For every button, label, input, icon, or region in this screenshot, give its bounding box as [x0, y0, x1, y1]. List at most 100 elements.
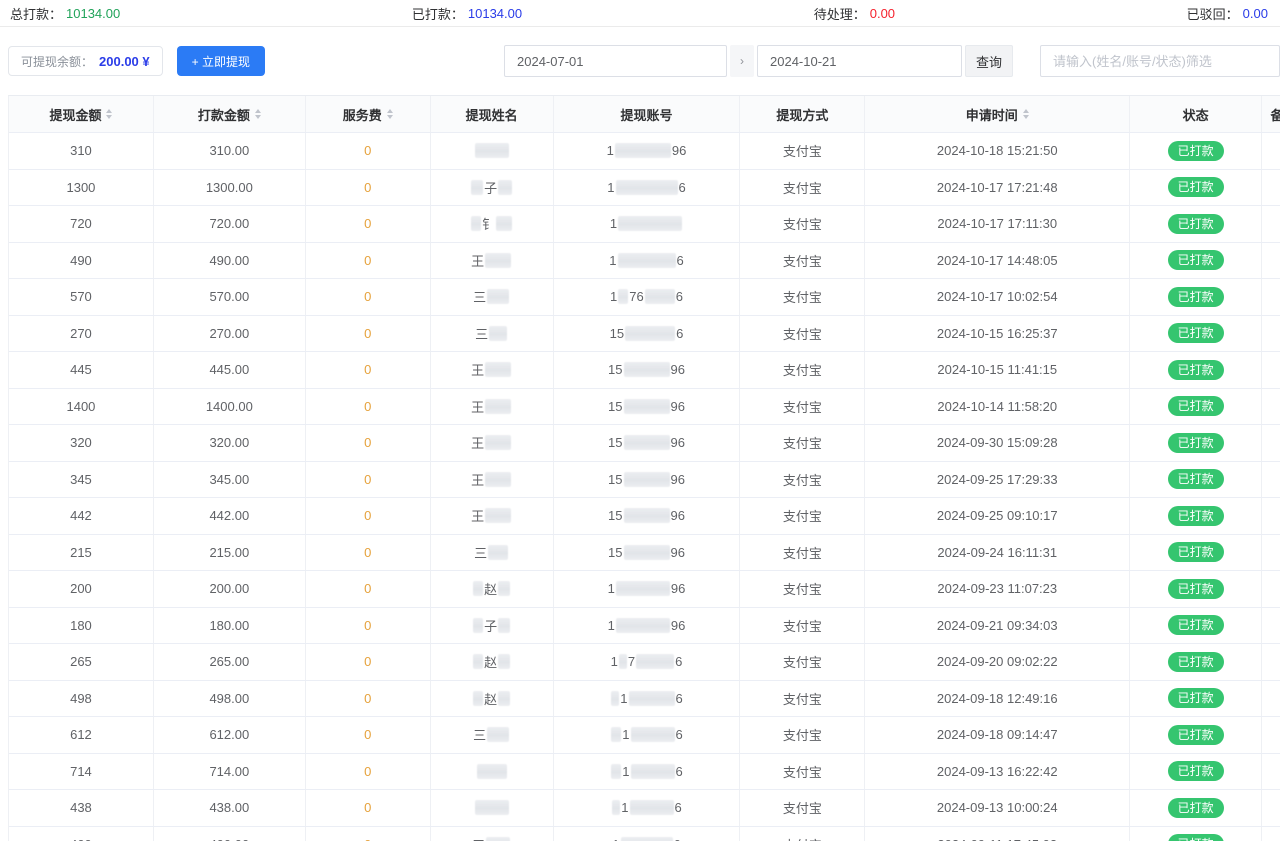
cell-withdraw-amount: 320	[9, 425, 154, 461]
cell-service-fee: 0	[306, 279, 431, 315]
cell-apply-time: 2024-10-18 15:21:50	[865, 133, 1130, 169]
cell-paid-amount: 310.00	[154, 133, 306, 169]
cell-paid-amount: 345.00	[154, 462, 306, 498]
redacted-visible-text: 王	[471, 360, 484, 379]
cell-service-fee: 0	[306, 316, 431, 352]
status-badge: 已打款	[1168, 579, 1224, 599]
cell-apply-time: 2024-09-18 12:49:16	[865, 681, 1130, 717]
toolbar-left: 可提现余额： 200.00 ¥ + 立即提现	[8, 46, 265, 76]
cell-withdraw-account: 16	[554, 717, 741, 753]
cell-apply-time: 2024-10-14 11:58:20	[865, 389, 1130, 425]
cell-withdraw-account: 16	[554, 827, 741, 841]
cell-status: 已打款	[1130, 425, 1262, 461]
sort-caret-icon[interactable]	[106, 109, 112, 119]
balance-box: 可提现余额： 200.00 ¥	[8, 46, 163, 76]
redacted-blur-block	[473, 654, 483, 669]
redacted-visible-text: 赵	[484, 652, 497, 671]
cell-withdraw-account: 156	[554, 316, 741, 352]
stat-label: 待处理：	[814, 4, 866, 23]
cell-withdraw-account: 16	[554, 681, 741, 717]
column-header-label: 提现方式	[776, 105, 828, 124]
column-header-label: 备注	[1271, 105, 1280, 124]
redacted-blur-block	[624, 472, 670, 487]
cell-withdraw-method: 支付宝	[740, 827, 865, 841]
column-header-1[interactable]: 打款金额	[154, 96, 306, 132]
redacted-blur-block	[475, 143, 509, 158]
redacted-visible-text: 96	[671, 362, 685, 377]
cell-paid-amount: 320.00	[154, 425, 306, 461]
cell-withdraw-amount: 445	[9, 352, 154, 388]
column-header-8: 备注	[1262, 96, 1280, 132]
cell-status: 已打款	[1130, 316, 1262, 352]
cell-service-fee: 0	[306, 535, 431, 571]
sort-caret-icon[interactable]	[1023, 109, 1029, 119]
redacted-visible-text: 钅	[482, 214, 495, 233]
redacted-blur-block	[629, 691, 675, 706]
redacted-blur-block	[624, 362, 670, 377]
cell-status: 已打款	[1130, 681, 1262, 717]
redacted-visible-text: 1	[610, 289, 617, 304]
column-header-7: 状态	[1130, 96, 1262, 132]
cell-remark	[1262, 827, 1280, 841]
cell-withdraw-amount: 215	[9, 535, 154, 571]
column-header-0[interactable]: 提现金额	[9, 96, 154, 132]
redacted-visible-text: 15	[608, 472, 622, 487]
redacted-blur-block	[624, 508, 670, 523]
status-badge: 已打款	[1168, 542, 1224, 562]
redacted-blur-block	[618, 253, 676, 268]
redacted-visible-text: 三	[473, 725, 486, 744]
cell-service-fee: 0	[306, 462, 431, 498]
cell-service-fee: 0	[306, 206, 431, 242]
redacted-visible-text: 三	[474, 543, 487, 562]
redacted-visible-text: 96	[671, 581, 685, 596]
cell-status: 已打款	[1130, 170, 1262, 206]
sort-caret-icon[interactable]	[255, 109, 261, 119]
redacted-blur-block	[616, 581, 670, 596]
redacted-visible-text: 6	[675, 654, 682, 669]
cell-withdraw-account: 1766	[554, 279, 741, 315]
redacted-visible-text: 96	[672, 143, 686, 158]
filter-input[interactable]	[1040, 45, 1280, 77]
status-badge: 已打款	[1168, 141, 1224, 161]
cell-withdraw-name: 三	[431, 717, 554, 753]
table-row: 13001300.000子16支付宝2024-10-17 17:21:48已打款	[9, 170, 1280, 207]
column-header-3: 提现姓名	[431, 96, 554, 132]
redacted-blur-block	[471, 216, 481, 231]
redacted-visible-text: 1	[607, 143, 614, 158]
cell-withdraw-account: 196	[554, 608, 741, 644]
search-button[interactable]: 查询	[965, 45, 1013, 77]
date-to-input[interactable]	[757, 45, 962, 77]
cell-withdraw-amount: 1300	[9, 170, 154, 206]
cell-remark	[1262, 352, 1280, 388]
redacted-visible-text: 1	[608, 618, 615, 633]
date-range-arrow-icon[interactable]: ›	[730, 45, 754, 77]
table-row: 215215.000三1596支付宝2024-09-24 16:11:31已打款	[9, 535, 1280, 572]
cell-service-fee: 0	[306, 754, 431, 790]
redacted-visible-text: 6	[676, 691, 683, 706]
cell-remark	[1262, 170, 1280, 206]
redacted-blur-block	[618, 216, 682, 231]
sort-caret-icon[interactable]	[387, 109, 393, 119]
cell-apply-time: 2024-10-17 17:21:48	[865, 170, 1130, 206]
column-header-6[interactable]: 申请时间	[865, 96, 1130, 132]
column-header-label: 提现姓名	[466, 105, 518, 124]
redacted-blur-block	[485, 362, 511, 377]
cell-withdraw-account: 1596	[554, 352, 741, 388]
withdrawals-table-wrap: 提现金额打款金额服务费提现姓名提现账号提现方式申请时间状态备注310310.00…	[8, 95, 1280, 841]
cell-apply-time: 2024-10-15 16:25:37	[865, 316, 1130, 352]
status-badge: 已打款	[1168, 834, 1224, 841]
column-header-2[interactable]: 服务费	[306, 96, 431, 132]
redacted-visible-text: 96	[671, 545, 685, 560]
cell-status: 已打款	[1130, 535, 1262, 571]
cell-withdraw-amount: 720	[9, 206, 154, 242]
cell-status: 已打款	[1130, 827, 1262, 841]
cell-withdraw-account: 176	[554, 644, 741, 680]
withdrawals-table: 提现金额打款金额服务费提现姓名提现账号提现方式申请时间状态备注310310.00…	[8, 95, 1280, 841]
date-from-input[interactable]	[504, 45, 727, 77]
withdraw-now-button[interactable]: + 立即提现	[177, 46, 265, 76]
column-header-5: 提现方式	[740, 96, 865, 132]
cell-withdraw-method: 支付宝	[740, 352, 865, 388]
redacted-visible-text: 15	[608, 399, 622, 414]
redacted-blur-block	[489, 326, 507, 341]
redacted-blur-block	[485, 508, 511, 523]
